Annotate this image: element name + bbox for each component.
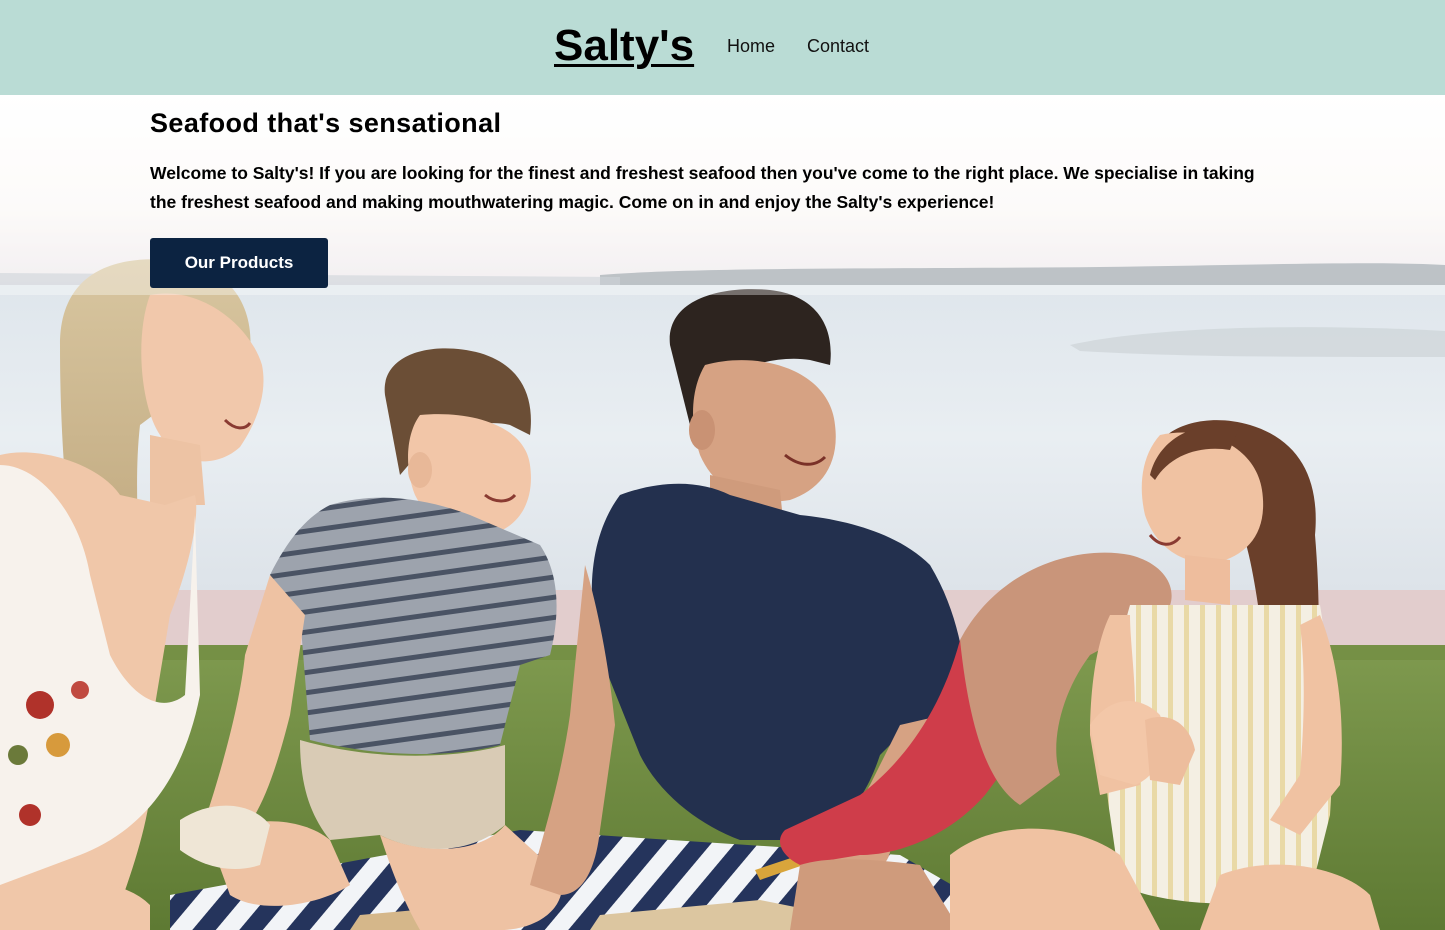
page: Salty's Home Contact Seafood that's sens… xyxy=(0,0,1445,930)
brand-logo-link[interactable]: Salty's xyxy=(554,20,694,72)
nav-home-link[interactable]: Home xyxy=(727,35,775,57)
hero-section: Seafood that's sensational Welcome to Sa… xyxy=(0,95,1445,930)
hero-description: Welcome to Salty's! If you are looking f… xyxy=(150,163,1255,212)
our-products-button[interactable]: Our Products xyxy=(150,238,328,288)
hero-title: Seafood that's sensational xyxy=(150,108,502,138)
nav-contact-link[interactable]: Contact xyxy=(807,35,869,57)
hero-family-picnic-image xyxy=(0,95,1445,930)
site-header: Salty's Home Contact xyxy=(0,0,1445,95)
